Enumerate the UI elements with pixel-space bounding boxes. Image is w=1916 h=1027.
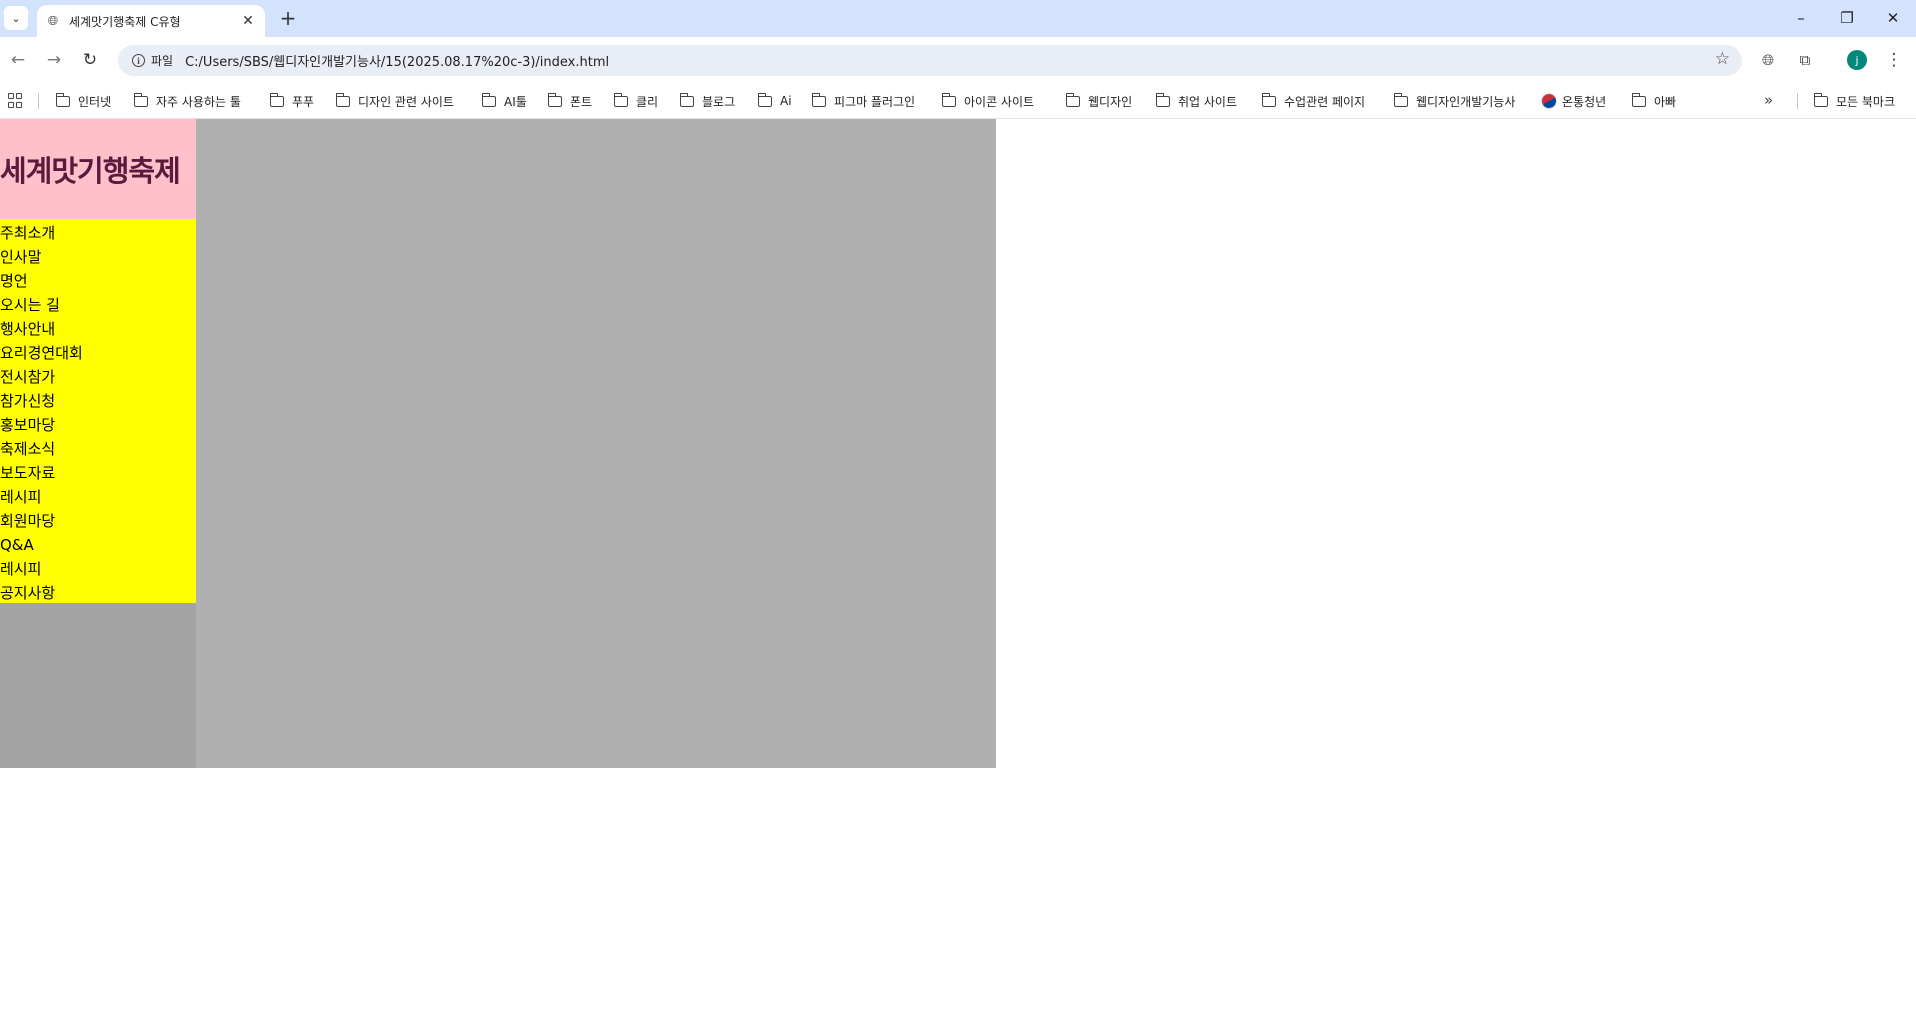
- folder-icon: [547, 92, 562, 107]
- tab-search-button[interactable]: ⌄: [4, 6, 28, 30]
- forward-button[interactable]: →: [42, 48, 66, 72]
- folder-icon: [55, 92, 70, 107]
- menu-button[interactable]: ⋮: [1882, 48, 1906, 72]
- bookmark-folder[interactable]: 자주 사용하는 툴: [133, 91, 241, 111]
- reload-button[interactable]: ↻: [78, 48, 102, 72]
- bookmarks-divider: [38, 93, 39, 109]
- bookmark-folder[interactable]: 아빠: [1631, 91, 1676, 111]
- back-button[interactable]: ←: [6, 48, 30, 72]
- nav-item-host-intro[interactable]: 주최소개: [0, 221, 196, 245]
- bookmark-folder[interactable]: 클리: [613, 91, 658, 111]
- folder-icon: [1065, 92, 1080, 107]
- more-bookmarks-chevron-icon[interactable]: »: [1764, 91, 1773, 109]
- nav-item-recipe-2[interactable]: 레시피: [0, 557, 196, 581]
- all-bookmarks-folder[interactable]: 모든 북마크: [1813, 91, 1895, 111]
- folder-icon: [1155, 92, 1170, 107]
- reload-icon: ↻: [82, 50, 98, 70]
- site-info-button[interactable]: i 파일: [126, 49, 181, 73]
- nav-item-press[interactable]: 보도자료: [0, 461, 196, 485]
- left-column: 세계맛기행축제 주최소개 인사말 명언 오시는 길 행사안내 요리경연대회 전시…: [0, 119, 196, 768]
- bookmark-folder[interactable]: 푸푸: [269, 91, 314, 111]
- arrow-left-icon: ←: [10, 50, 26, 70]
- bookmark-folder[interactable]: 수업관련 페이지: [1261, 91, 1365, 111]
- bookmark-folder[interactable]: 웹디자인: [1065, 91, 1132, 111]
- tab-strip: ⌄ 🌐︎ 세계맛기행축제 C유형 ✕ + – ❐ ✕: [0, 0, 1916, 37]
- folder-icon: [481, 92, 496, 107]
- bookmark-folder[interactable]: 아이콘 사이트: [941, 91, 1034, 111]
- bookmark-folder[interactable]: 디자인 관련 사이트: [335, 91, 454, 111]
- extension-globe-button[interactable]: 🌐︎: [1756, 48, 1780, 72]
- bookmark-folder[interactable]: 웹디자인개발기능사: [1393, 91, 1515, 111]
- globe-extension-icon: 🌐︎: [1761, 51, 1774, 69]
- restore-icon: ❐: [1840, 9, 1854, 27]
- bookmark-folder[interactable]: 피그마 플러그인: [811, 91, 915, 111]
- folder-icon: [679, 92, 694, 107]
- folder-icon: [335, 92, 350, 107]
- bookmarks-divider: [1797, 93, 1798, 109]
- plus-icon: +: [279, 6, 297, 30]
- folder-icon: [269, 92, 284, 107]
- nav-item-registration[interactable]: 참가신청: [0, 389, 196, 413]
- bookmarks-bar: 인터넷 자주 사용하는 툴 푸푸 디자인 관련 사이트 AI툴 폰트 클리 블로…: [0, 83, 1916, 119]
- page-wrapper: 세계맛기행축제 주최소개 인사말 명언 오시는 길 행사안내 요리경연대회 전시…: [0, 119, 996, 768]
- korea-flag-icon: [1539, 91, 1559, 111]
- folder-icon: [133, 92, 148, 107]
- folder-icon: [811, 92, 826, 107]
- nav-item-event-info[interactable]: 행사안내: [0, 317, 196, 341]
- bookmark-link[interactable]: 온통청년: [1539, 91, 1606, 111]
- nav-item-qna[interactable]: Q&A: [0, 533, 196, 557]
- puzzle-icon: ⧉: [1799, 51, 1811, 69]
- bookmark-folder[interactable]: Ai: [757, 91, 792, 111]
- folder-icon: [941, 92, 956, 107]
- bookmark-star-icon[interactable]: ☆: [1715, 49, 1730, 69]
- address-bar[interactable]: i 파일 C:/Users/SBS/웹디자인개발기능사/15(2025.08.1…: [118, 45, 1742, 76]
- url-text[interactable]: C:/Users/SBS/웹디자인개발기능사/15(2025.08.17%20c…: [185, 51, 609, 70]
- nav-item-notice[interactable]: 공지사항: [0, 581, 196, 605]
- nav-item-cooking-contest[interactable]: 요리경연대회: [0, 341, 196, 365]
- bookmark-folder[interactable]: 인터넷: [55, 91, 111, 111]
- nav-item-promotion[interactable]: 홍보마당: [0, 413, 196, 437]
- page-viewport: 세계맛기행축제 주최소개 인사말 명언 오시는 길 행사안내 요리경연대회 전시…: [0, 119, 1916, 1027]
- nav-item-directions[interactable]: 오시는 길: [0, 293, 196, 317]
- nav-item-quotes[interactable]: 명언: [0, 269, 196, 293]
- new-tab-button[interactable]: +: [276, 6, 300, 30]
- active-tab[interactable]: 🌐︎ 세계맛기행축제 C유형 ✕: [37, 5, 265, 37]
- scheme-label: 파일: [151, 54, 174, 68]
- site-header: 세계맛기행축제: [0, 119, 196, 219]
- folder-icon: [1813, 92, 1828, 107]
- minimize-icon: –: [1797, 9, 1805, 27]
- folder-icon: [1393, 92, 1408, 107]
- nav-item-recipe[interactable]: 레시피: [0, 485, 196, 509]
- nav-item-festival-news[interactable]: 축제소식: [0, 437, 196, 461]
- profile-avatar[interactable]: j: [1847, 50, 1867, 70]
- bookmark-folder[interactable]: AI툴: [481, 91, 527, 111]
- folder-icon: [1261, 92, 1276, 107]
- site-title: 세계맛기행축제: [0, 154, 181, 188]
- close-icon: ✕: [242, 13, 254, 29]
- tab-title: 세계맛기행축제 C유형: [69, 14, 181, 29]
- nav-item-exhibition[interactable]: 전시참가: [0, 365, 196, 389]
- bookmark-folder[interactable]: 블로그: [679, 91, 735, 111]
- nav-item-greeting[interactable]: 인사말: [0, 245, 196, 269]
- chevron-down-icon: ⌄: [11, 11, 21, 25]
- minimize-button[interactable]: –: [1778, 0, 1824, 36]
- bookmark-folder[interactable]: 폰트: [547, 91, 592, 111]
- extensions-button[interactable]: ⧉: [1793, 48, 1817, 72]
- folder-icon: [613, 92, 628, 107]
- kebab-menu-icon: ⋮: [1885, 50, 1903, 70]
- bookmark-folder[interactable]: 취업 사이트: [1155, 91, 1237, 111]
- arrow-right-icon: →: [46, 50, 62, 70]
- apps-grid-icon[interactable]: [8, 93, 24, 109]
- globe-icon: 🌐︎: [47, 13, 59, 29]
- folder-icon: [1631, 92, 1646, 107]
- nav-item-members[interactable]: 회원마당: [0, 509, 196, 533]
- close-window-button[interactable]: ✕: [1870, 0, 1916, 36]
- folder-icon: [757, 92, 772, 107]
- close-tab-button[interactable]: ✕: [239, 12, 257, 30]
- info-icon: i: [132, 54, 145, 67]
- restore-button[interactable]: ❐: [1824, 0, 1870, 36]
- close-window-icon: ✕: [1886, 9, 1900, 27]
- browser-toolbar: ← → ↻ i 파일 C:/Users/SBS/웹디자인개발기능사/15(202…: [0, 37, 1916, 83]
- main-nav: 주최소개 인사말 명언 오시는 길 행사안내 요리경연대회 전시참가 참가신청 …: [0, 219, 196, 603]
